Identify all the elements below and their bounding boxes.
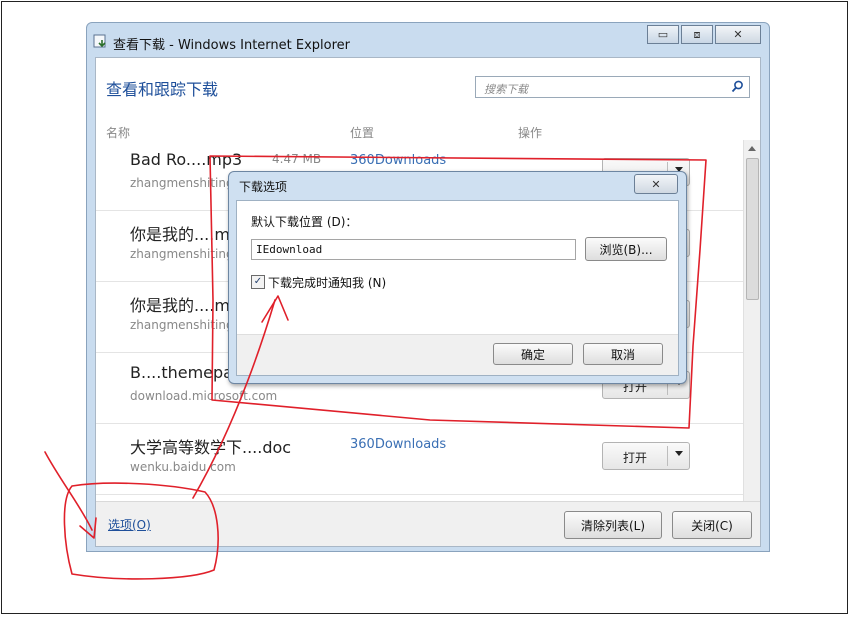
scroll-up-icon[interactable]: [748, 146, 756, 151]
dialog-title: 下载选项: [239, 180, 288, 194]
ok-button[interactable]: 确定: [493, 343, 573, 365]
notify-checkbox[interactable]: ✓: [251, 275, 265, 289]
split-divider: [667, 446, 668, 466]
file-location-link[interactable]: 360Downloads: [350, 437, 446, 452]
close-window-button[interactable]: ✕: [715, 25, 761, 44]
file-source: zhangmenshiting: [130, 247, 234, 261]
download-options-dialog: 下载选项 ✕ 默认下载位置 (D)： IEdownload 浏览(B)... ✓…: [228, 171, 687, 384]
dialog-close-button[interactable]: ✕: [634, 174, 678, 194]
download-row[interactable]: 大学高等数学下....doc wenku.baidu.com 360Downlo…: [96, 424, 744, 495]
column-header-action[interactable]: 操作: [518, 124, 542, 141]
dialog-body: 默认下载位置 (D)： IEdownload 浏览(B)... ✓ 下载完成时通…: [236, 200, 679, 376]
file-source: wenku.baidu.com: [130, 460, 236, 474]
file-name: 你是我的....m: [130, 225, 230, 244]
default-location-label: 默认下载位置 (D)：: [251, 215, 358, 229]
window-title: 查看下载 - Windows Internet Explorer: [113, 38, 350, 53]
notify-checkbox-label[interactable]: 下载完成时通知我 (N): [268, 274, 386, 291]
vertical-scrollbar[interactable]: [743, 140, 760, 514]
browse-button[interactable]: 浏览(B)...: [585, 237, 667, 261]
file-source: zhangmenshiting: [130, 318, 234, 332]
file-name: 你是我的....m: [130, 296, 230, 315]
default-location-field[interactable]: IEdownload: [251, 239, 576, 260]
options-link[interactable]: 选项(O): [108, 516, 151, 533]
search-input[interactable]: 搜索下载: [475, 76, 750, 98]
ie-downloads-icon: [93, 34, 106, 48]
search-placeholder: 搜索下载: [484, 83, 528, 96]
dialog-button-bar: 确定 取消: [237, 334, 678, 375]
column-header-name[interactable]: 名称: [106, 124, 130, 141]
close-button[interactable]: 关闭(C): [672, 511, 752, 539]
clear-list-button[interactable]: 清除列表(L): [564, 511, 662, 539]
file-name: B....themepa: [130, 363, 233, 382]
file-source: download.microsoft.com: [130, 389, 278, 403]
open-button[interactable]: 打开: [602, 442, 690, 470]
page-title: 查看和跟踪下载: [106, 80, 219, 99]
cancel-button[interactable]: 取消: [583, 343, 663, 365]
open-button-label: 打开: [622, 451, 647, 465]
chevron-down-icon[interactable]: [675, 451, 683, 456]
file-size: 4.47 MB: [272, 152, 322, 166]
file-source: zhangmenshiting: [130, 176, 234, 190]
column-header-location[interactable]: 位置: [350, 124, 374, 141]
file-name: 大学高等数学下....doc: [130, 438, 292, 457]
maximize-button[interactable]: ⧈: [681, 25, 713, 44]
minimize-button[interactable]: ▭: [647, 25, 679, 44]
file-location-link[interactable]: 360Downloads: [350, 153, 446, 168]
scroll-thumb[interactable]: [746, 158, 759, 300]
title-bar: 查看下载 - Windows Internet Explorer ▭ ⧈ ✕: [87, 23, 769, 59]
search-icon[interactable]: [731, 80, 744, 93]
footer-bar: 选项(O) 清除列表(L) 关闭(C): [96, 501, 760, 546]
file-name: Bad Ro....mp3: [130, 150, 243, 169]
